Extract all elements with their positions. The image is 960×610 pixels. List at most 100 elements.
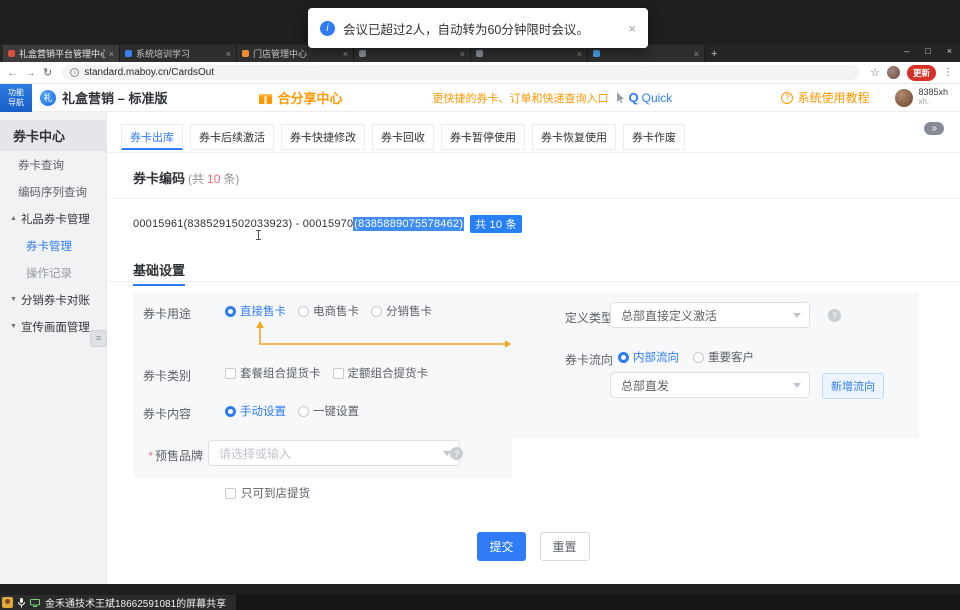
microphone-icon[interactable] — [18, 598, 25, 608]
user-menu[interactable]: 8385xh xh. — [895, 88, 948, 107]
chevron-down-icon — [793, 383, 801, 388]
tab-card-quick-edit[interactable]: 券卡快捷修改 — [281, 124, 365, 150]
tab-card-followup-activation[interactable]: 券卡后续激活 — [190, 124, 274, 150]
presale-brand-select[interactable]: 请选择或输入 — [208, 440, 460, 466]
sidebar-item-card-management[interactable]: 券卡管理 — [0, 232, 106, 259]
sidebar-collapse-toggle[interactable]: ≡ — [90, 330, 107, 347]
maximize-icon[interactable]: □ — [925, 46, 930, 56]
add-flow-button[interactable]: 新增流向 — [822, 373, 884, 399]
toast-close-icon[interactable]: × — [628, 21, 636, 36]
tab-close-icon[interactable]: × — [109, 49, 114, 59]
sidebar-group-gift-card-management[interactable]: ▲ 礼品券卡管理 — [0, 205, 106, 232]
radio-direct-sale[interactable]: 直接售卡 — [225, 303, 286, 319]
toast-message: 会议已超过2人，自动转为60分钟限时会议。 — [343, 19, 589, 38]
browser-profile-avatar[interactable] — [887, 66, 900, 79]
checkbox-label: 只可到店提货 — [241, 485, 310, 501]
radio-internal-flow[interactable]: 内部流向 — [618, 349, 679, 365]
quick-label: Quick — [642, 91, 673, 105]
quick-link[interactable]: Q Quick — [616, 90, 672, 105]
submit-button[interactable]: 提交 — [477, 532, 525, 561]
radio-label: 直接售卡 — [240, 303, 286, 319]
tab-favicon — [593, 50, 600, 57]
sidebar-item-label: 券卡管理 — [26, 238, 72, 254]
tab-card-void[interactable]: 券卡作废 — [623, 124, 685, 150]
browser-tab-2[interactable]: 系统培训学习 × — [120, 45, 237, 62]
sidebar-item-label: 编码序列查询 — [18, 184, 87, 200]
nav-box-line1: 功能 — [8, 88, 24, 98]
help-icon[interactable]: ? — [828, 309, 841, 322]
sidebar-group-distribution-reconciliation[interactable]: ▼ 分销券卡对账 — [0, 286, 106, 313]
checkbox-fixed-combo-pickup-card[interactable]: 定额组合提货卡 — [333, 365, 429, 381]
checkbox-store-pickup-only[interactable]: 只可到店提货 — [225, 485, 310, 501]
tab-label: 系统培训学习 — [136, 47, 222, 60]
minimize-icon[interactable]: – — [904, 46, 909, 56]
radio-key-customer[interactable]: 重要客户 — [693, 349, 754, 365]
count-suffix: 条) — [223, 170, 239, 187]
panel-collapse-button[interactable]: » — [924, 122, 944, 135]
tab-card-suspend[interactable]: 券卡暂停使用 — [441, 124, 525, 150]
radio-distribution-sale[interactable]: 分销售卡 — [371, 303, 432, 319]
tab-close-icon[interactable]: × — [694, 49, 699, 59]
user-avatar — [895, 89, 913, 107]
usage-options: 直接售卡 电商售卡 分销售卡 — [225, 303, 432, 319]
radio-one-click-setup[interactable]: 一键设置 — [298, 403, 359, 419]
system-tutorial-link[interactable]: ? 系统使用教程 — [781, 89, 869, 106]
tab-close-icon[interactable]: × — [460, 49, 465, 59]
close-icon[interactable]: × — [947, 46, 952, 56]
checkbox-icon — [333, 368, 344, 379]
collapse-arrow-icon: ▼ — [10, 296, 17, 303]
radio-icon — [371, 306, 382, 317]
tab-close-icon[interactable]: × — [343, 49, 348, 59]
code-range-selected: (8385889075578462) — [353, 217, 464, 231]
sidebar-item-operation-log[interactable]: 操作记录 — [0, 259, 106, 286]
tab-card-restore[interactable]: 券卡恢复使用 — [532, 124, 616, 150]
new-tab-button[interactable]: + — [711, 48, 717, 60]
expand-arrow-icon: ▲ — [10, 215, 17, 222]
checkbox-combo-pickup-card[interactable]: 套餐组合提货卡 — [225, 365, 321, 381]
address-bar[interactable]: i standard.maboy.cn/CardsOut — [62, 65, 860, 80]
sidebar-item-code-sequence-query[interactable]: 编码序列查询 — [0, 178, 106, 205]
app-header: 功能 导航 礼 礼盒营销 – 标准版 合分享中心 更快捷的券卡、订单和快递查询入… — [0, 84, 960, 112]
browser-menu-icon[interactable]: ⋮ — [943, 67, 953, 78]
window-controls: – □ × — [904, 46, 952, 56]
function-nav-button[interactable]: 功能 导航 — [0, 84, 32, 112]
flow-select[interactable]: 总部直发 — [610, 372, 810, 398]
tab-close-icon[interactable]: × — [226, 49, 231, 59]
sidebar-item-card-query[interactable]: 券卡查询 — [0, 151, 106, 178]
define-type-select[interactable]: 总部直接定义激活 — [610, 302, 810, 328]
reload-icon[interactable]: ↻ — [43, 66, 52, 79]
count-number: 10 — [207, 172, 220, 186]
help-icon[interactable]: ? — [450, 447, 463, 460]
gift-icon — [259, 91, 272, 104]
divider — [107, 152, 960, 153]
card-codes-title: 券卡编码 — [133, 168, 185, 187]
checkbox-icon — [225, 368, 236, 379]
checkbox-label: 定额组合提货卡 — [348, 365, 429, 381]
content-label: 券卡内容 — [143, 405, 191, 422]
back-icon[interactable]: ← — [7, 67, 18, 79]
share-center-link[interactable]: 合分享中心 — [259, 88, 342, 107]
tab-close-icon[interactable]: × — [577, 49, 582, 59]
forward-icon[interactable]: → — [25, 67, 36, 79]
tab-label: 门店管理中心 — [253, 47, 339, 60]
tab-favicon — [476, 50, 483, 57]
chevron-down-icon — [793, 313, 801, 318]
radio-icon — [618, 352, 629, 363]
radio-manual-setup[interactable]: 手动设置 — [225, 403, 286, 419]
tab-card-recycle[interactable]: 券卡回收 — [372, 124, 434, 150]
nav-box-line2: 导航 — [8, 98, 24, 108]
basic-settings-title: 基础设置 — [133, 260, 185, 286]
bookmark-star-icon[interactable]: ☆ — [870, 66, 880, 79]
reset-button[interactable]: 重置 — [540, 532, 590, 561]
info-icon: i — [320, 21, 335, 36]
chrome-update-button[interactable]: 更新 — [907, 65, 936, 81]
site-info-icon[interactable]: i — [70, 68, 79, 77]
radio-ecommerce-sale[interactable]: 电商售卡 — [298, 303, 359, 319]
checkbox-label: 套餐组合提货卡 — [240, 365, 321, 381]
radio-label: 电商售卡 — [313, 303, 359, 319]
cursor-icon — [616, 92, 625, 103]
tab-card-outbound[interactable]: 券卡出库 — [121, 124, 183, 150]
quick-entry-promo-link[interactable]: 更快捷的券卡、订单和快递查询入口 — [432, 90, 608, 106]
card-flow-label: 券卡流向 — [565, 351, 613, 368]
browser-tab-1[interactable]: 礼盒营销平台管理中心 × — [3, 45, 120, 62]
